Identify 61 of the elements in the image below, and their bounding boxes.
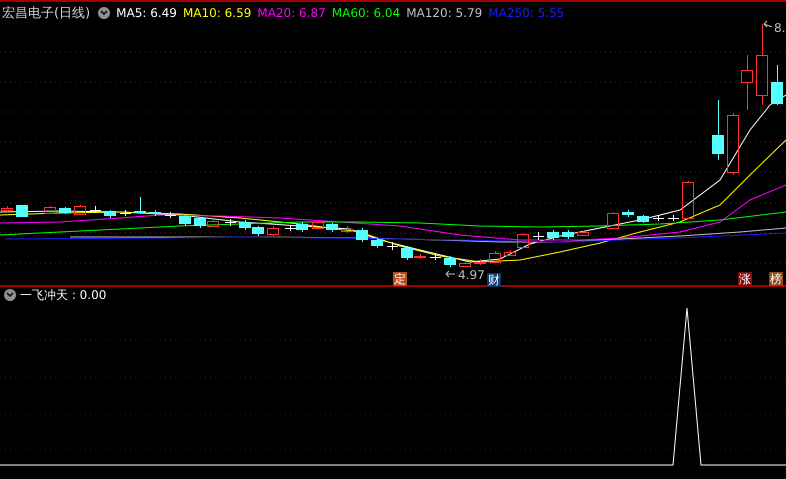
candlestick <box>622 210 634 218</box>
indicator-value: 一飞冲天 : 0.00 <box>20 286 106 304</box>
candlestick <box>356 228 368 242</box>
moving-average-value: MA20: 6.87 <box>257 6 326 20</box>
high-price-label: 8. <box>774 21 786 35</box>
moving-average-value: MA120: 5.79 <box>406 6 482 20</box>
candlestick <box>74 204 86 215</box>
event-marker[interactable]: 财 <box>487 273 501 287</box>
candlestick <box>207 218 219 228</box>
event-marker[interactable]: 涨 <box>738 272 752 286</box>
stock-title: 宏昌电子(日线) <box>2 5 90 22</box>
candlestick <box>326 222 338 232</box>
event-marker[interactable]: 榜 <box>769 272 783 286</box>
candlestick <box>44 206 56 214</box>
candlestick <box>179 214 191 226</box>
candlestick <box>474 258 486 266</box>
event-marker[interactable]: 定 <box>393 272 407 286</box>
dropdown-icon[interactable] <box>4 289 16 301</box>
candlestick <box>164 212 176 218</box>
candlestick <box>459 260 471 268</box>
candlestick <box>252 226 264 236</box>
candlestick <box>16 204 28 218</box>
arrow-icon <box>764 20 772 28</box>
low-price-label: 4.97 <box>458 268 485 282</box>
candlestick <box>224 218 236 226</box>
candlestick <box>637 214 649 224</box>
candlestick <box>668 214 680 222</box>
candlestick <box>727 112 739 176</box>
candlestick <box>562 230 574 240</box>
candlestick <box>371 238 383 248</box>
candlestick <box>149 210 161 216</box>
candlestick <box>444 256 456 268</box>
candlestick <box>267 226 279 236</box>
candlestick <box>532 232 544 240</box>
arrow-icon <box>446 270 456 278</box>
candlestick <box>194 216 206 228</box>
candlestick <box>120 210 132 216</box>
candlestick <box>652 214 664 222</box>
candlestick <box>1 206 13 212</box>
candlestick <box>134 196 146 214</box>
candlestick <box>312 220 324 230</box>
moving-average-value: MA10: 6.59 <box>182 6 252 20</box>
dropdown-icon[interactable] <box>98 7 110 19</box>
moving-average-value: MA60: 6.04 <box>332 6 400 20</box>
candlestick <box>341 226 353 234</box>
candlestick <box>712 100 724 160</box>
moving-average-value: MA250: 5.55 <box>488 6 564 20</box>
candlestick <box>239 220 251 230</box>
candlestick <box>59 206 71 214</box>
candlestick <box>547 230 559 240</box>
candlestick <box>386 242 398 250</box>
candlestick <box>741 54 753 110</box>
moving-average-value: MA5: 6.49 <box>116 6 177 20</box>
candlestick <box>607 212 619 230</box>
candlestick <box>104 210 116 218</box>
candlestick <box>682 180 694 220</box>
candlestick <box>771 64 783 106</box>
candlestick <box>90 206 102 214</box>
candlestick <box>577 230 589 236</box>
candlestick <box>489 250 501 264</box>
candlestick <box>430 254 442 260</box>
